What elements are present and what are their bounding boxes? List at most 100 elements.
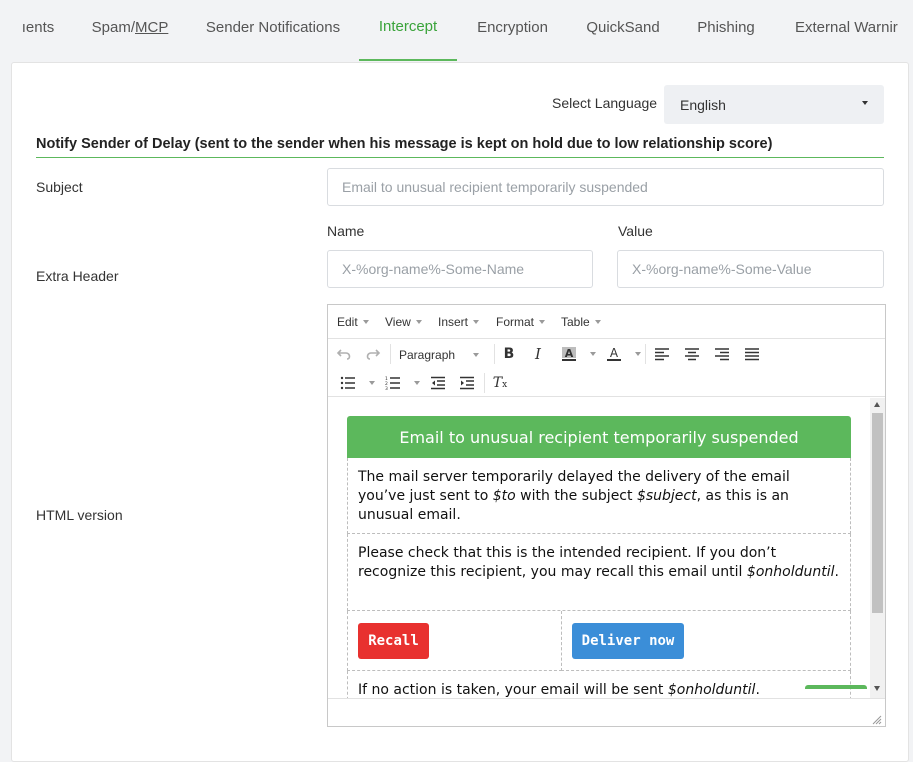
numbered-list-icon[interactable]: 123 <box>380 371 406 395</box>
email-paragraph-1: The mail server temporarily delayed the … <box>347 458 851 534</box>
text-fragment: . <box>755 682 760 698</box>
extra-header-label: Extra Header <box>36 268 119 284</box>
italic-icon[interactable]: I <box>525 342 551 366</box>
variable-subject: $subject <box>636 488 697 504</box>
deliver-cell: Deliver now <box>561 611 851 671</box>
tab-label: QuickSand <box>586 18 660 36</box>
align-right-icon[interactable] <box>709 342 735 366</box>
clear-formatting-icon[interactable]: Tx <box>487 371 513 395</box>
html-editor: Edit View Insert Format Table Paragraph … <box>327 304 886 727</box>
tab-label: ıents <box>21 18 55 36</box>
align-center-icon[interactable] <box>679 342 705 366</box>
settings-tabbar: ıents Spam/MCP Sender Notifications Inte… <box>0 0 913 62</box>
subject-input[interactable]: Email to unusual recipient temporarily s… <box>327 168 884 206</box>
tab-label-underlined: MCP <box>135 18 169 36</box>
language-label: Select Language <box>552 95 658 111</box>
text-fragment: Please check that this is the intended r… <box>358 545 777 580</box>
tab-label: Intercept <box>378 17 438 35</box>
variable-onholduntil: $onholduntil <box>746 564 835 580</box>
language-selected: English <box>680 96 726 113</box>
header-value-placeholder: X-%org-name%-Some-Value <box>632 261 812 277</box>
editor-menubar: Edit View Insert Format Table <box>328 305 885 339</box>
menu-view[interactable]: View <box>385 315 422 329</box>
tab-quicksand[interactable]: QuickSand <box>574 0 672 61</box>
text-fragment: . <box>834 564 839 580</box>
header-value-input[interactable]: X-%org-name%-Some-Value <box>617 250 884 288</box>
tab-clients[interactable]: ıents <box>10 0 66 61</box>
bullet-list-icon[interactable] <box>335 371 361 395</box>
menu-view-label: View <box>385 315 411 329</box>
bold-icon[interactable]: B <box>496 342 522 366</box>
name-label: Name <box>327 223 365 239</box>
tab-encryption[interactable]: Encryption <box>466 0 559 61</box>
chevron-down-icon <box>415 320 422 324</box>
text-fragment: with the subject <box>515 488 637 504</box>
editor-scrollbar-thumb[interactable] <box>872 413 883 613</box>
tab-label: Encryption <box>477 18 548 36</box>
variable-onholduntil: $onholduntil <box>667 682 756 698</box>
menu-table[interactable]: Table <box>561 315 601 329</box>
editor-content[interactable]: Email to unusual recipient temporarily s… <box>328 398 870 698</box>
menu-insert[interactable]: Insert <box>438 315 480 329</box>
menu-edit[interactable]: Edit <box>337 315 369 329</box>
tab-spam-mcp[interactable]: Spam/MCP <box>80 0 180 61</box>
tab-label: Phishing <box>697 18 755 36</box>
chevron-down-icon <box>862 101 868 105</box>
menu-edit-label: Edit <box>337 315 358 329</box>
save-button[interactable] <box>805 685 867 689</box>
editor-statusbar <box>328 698 885 726</box>
tab-label: Sender Notifications <box>205 18 341 36</box>
header-name-placeholder: X-%org-name%-Some-Name <box>342 261 525 277</box>
menu-format-label: Format <box>496 315 535 329</box>
undo-icon[interactable] <box>331 342 357 366</box>
scroll-down-icon[interactable] <box>874 686 880 691</box>
deliver-now-button[interactable]: Deliver now <box>572 623 684 659</box>
scroll-up-icon[interactable] <box>874 402 880 407</box>
svg-text:A: A <box>565 347 574 360</box>
value-label: Value <box>618 223 653 239</box>
editor-toolbar-row-2: 123 Tx <box>328 369 885 397</box>
email-paragraph-2: Please check that this is the intended r… <box>347 534 851 611</box>
outdent-icon[interactable] <box>425 371 451 395</box>
tab-label: External Warnir <box>795 18 898 36</box>
email-paragraph-3: If no action is taken, your email will b… <box>347 671 851 698</box>
variable-to: $to <box>492 488 516 504</box>
align-justify-icon[interactable] <box>739 342 765 366</box>
resize-handle-icon[interactable] <box>872 715 882 725</box>
chevron-down-icon[interactable] <box>635 352 641 356</box>
toolbar-separator <box>494 344 495 364</box>
language-select[interactable]: English <box>664 85 884 124</box>
chevron-down-icon[interactable] <box>590 352 596 356</box>
tab-intercept[interactable]: Intercept <box>359 0 457 61</box>
text-color-icon[interactable]: A <box>601 342 627 366</box>
chevron-down-icon[interactable] <box>369 381 375 385</box>
recall-button[interactable]: Recall <box>358 623 429 659</box>
html-version-label: HTML version <box>36 507 123 523</box>
text-fragment: If no action is taken, your email will b… <box>358 682 668 698</box>
chevron-down-icon <box>473 353 480 357</box>
toolbar-separator <box>390 344 391 364</box>
menu-insert-label: Insert <box>438 315 469 329</box>
svg-text:3: 3 <box>385 386 388 390</box>
menu-table-label: Table <box>561 315 590 329</box>
chevron-down-icon <box>594 320 601 324</box>
toolbar-separator <box>484 373 485 393</box>
block-format-select[interactable]: Paragraph <box>399 348 489 362</box>
tab-external-warning[interactable]: External Warnir <box>785 0 913 61</box>
menu-format[interactable]: Format <box>496 315 546 329</box>
header-name-input[interactable]: X-%org-name%-Some-Name <box>327 250 593 288</box>
toolbar-separator <box>645 344 646 364</box>
background-color-icon[interactable]: A <box>556 342 582 366</box>
chevron-down-icon <box>473 320 480 324</box>
tab-phishing[interactable]: Phishing <box>684 0 768 61</box>
chevron-down-icon <box>362 320 369 324</box>
svg-text:A: A <box>610 346 619 360</box>
block-format-label: Paragraph <box>399 348 456 362</box>
chevron-down-icon[interactable] <box>414 381 420 385</box>
tab-sender-notifications[interactable]: Sender Notifications <box>193 0 353 61</box>
editor-toolbar-row-1: Paragraph B I A A <box>328 340 885 369</box>
align-left-icon[interactable] <box>649 342 675 366</box>
indent-icon[interactable] <box>454 371 480 395</box>
redo-icon[interactable] <box>360 342 386 366</box>
chevron-down-icon <box>539 320 546 324</box>
